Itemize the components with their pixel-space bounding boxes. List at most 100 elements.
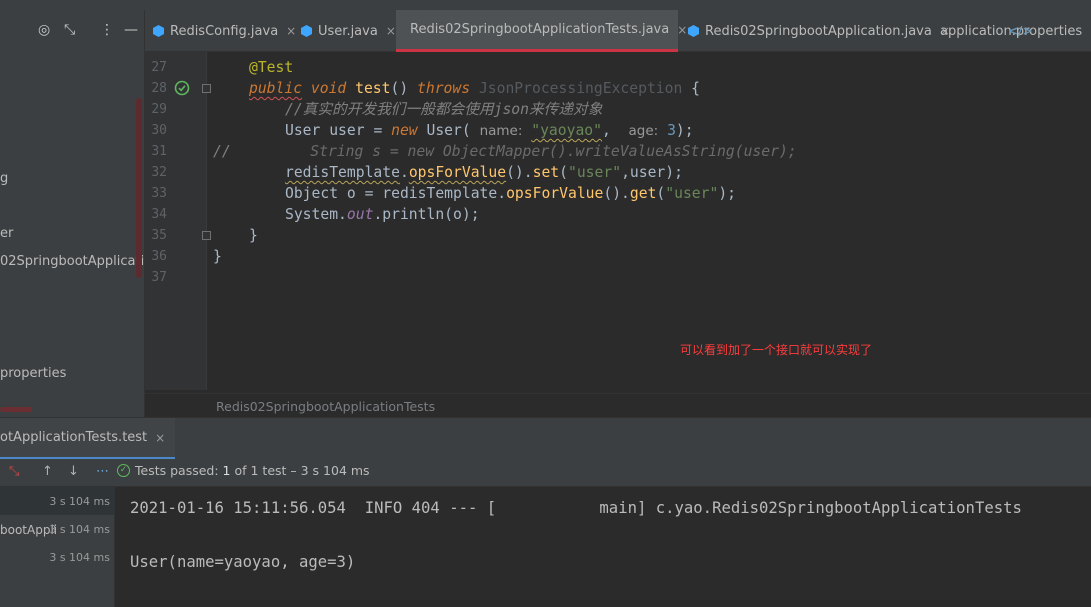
field-token: redisTemplate bbox=[285, 164, 400, 181]
ide-window: { "left_panel": { "items": ["g", "er", "… bbox=[0, 0, 1091, 607]
more-options-icon[interactable]: ⋮ bbox=[100, 22, 114, 38]
line-number: 31 bbox=[151, 144, 167, 159]
code-token: } bbox=[249, 227, 258, 244]
fold-marker-icon[interactable] bbox=[202, 84, 211, 93]
code-token: . bbox=[399, 164, 409, 181]
minimize-icon[interactable]: — bbox=[124, 22, 138, 38]
test-tree-row[interactable]: 3 s 104 ms bbox=[0, 487, 115, 515]
test-duration: 3 s 104 ms bbox=[49, 523, 110, 536]
tab-redis02-application[interactable]: Redis02SpringbootApplication.java × bbox=[688, 10, 950, 52]
console-output-line: User(name=yaoyao, age=3) bbox=[130, 553, 356, 571]
close-icon[interactable]: × bbox=[677, 23, 687, 37]
console-log-line: 2021-01-16 15:11:56.054 INFO 404 --- [ m… bbox=[130, 499, 1022, 517]
comment-token: // bbox=[213, 143, 231, 160]
number-token: 3 bbox=[667, 122, 676, 139]
check-icon: ✓ bbox=[117, 464, 130, 477]
code-token: (). bbox=[603, 185, 630, 202]
code-line-28: public void test() throws JsonProcessing… bbox=[249, 78, 700, 99]
close-icon[interactable]: × bbox=[286, 24, 296, 38]
tab-label: Redis02SpringbootApplication.java bbox=[705, 23, 932, 39]
java-class-icon bbox=[688, 25, 699, 37]
string-token: "yaoyao" bbox=[531, 122, 602, 139]
test-duration: 3 s 104 ms bbox=[49, 495, 110, 508]
line-number: 28 bbox=[151, 81, 167, 96]
code-token: .println(o); bbox=[373, 206, 480, 223]
method-call-token: get bbox=[629, 185, 657, 202]
editor-gutter: 27 28 29 30 31 32 33 34 35 36 37 bbox=[145, 52, 211, 390]
test-duration: 3 s 104 ms bbox=[49, 551, 110, 564]
exception-token: JsonProcessingException bbox=[478, 80, 683, 97]
tab-redis02-tests[interactable]: Redis02SpringbootApplicationTests.java × bbox=[396, 10, 687, 52]
param-hint: name: bbox=[479, 123, 523, 139]
breadcrumb-item[interactable]: Redis02SpringbootApplicationTests bbox=[216, 399, 435, 414]
code-token: () bbox=[390, 80, 409, 97]
code-line-29: //真实的开发我们一般都会使用json来传递对象 bbox=[285, 99, 602, 120]
console-output[interactable]: 2021-01-16 15:11:56.054 INFO 404 --- [ m… bbox=[115, 487, 1091, 607]
run-tab[interactable]: otApplicationTests.test × bbox=[0, 418, 176, 460]
keyword-token: new bbox=[391, 122, 418, 139]
code-token: { bbox=[691, 80, 701, 97]
project-tree-item[interactable]: er bbox=[0, 226, 13, 241]
tab-application-properties[interactable]: </> application.properties bbox=[940, 10, 1082, 52]
collapse-all-icon[interactable]: ⤡ bbox=[9, 464, 19, 480]
code-token: } bbox=[213, 248, 222, 265]
line-number: 37 bbox=[151, 270, 167, 285]
test-status: ✓ Tests passed: 1 of 1 test – 3 s 104 ms bbox=[117, 463, 370, 478]
test-tree-row[interactable]: 3 s 104 ms bbox=[0, 543, 115, 571]
param-hint: age: bbox=[628, 123, 659, 139]
status-detail: of 1 test – 3 s 104 ms bbox=[234, 463, 370, 478]
code-token: = bbox=[373, 122, 383, 139]
project-vertical-scrollbar[interactable] bbox=[136, 98, 142, 278]
java-class-icon bbox=[153, 25, 164, 37]
test-tree-row[interactable]: bootAppli 3 s 104 ms bbox=[0, 515, 115, 543]
method-call-token: opsForValue bbox=[408, 164, 507, 181]
code-line-35: } bbox=[249, 225, 258, 246]
keyword-token: void bbox=[310, 80, 347, 97]
project-panel: ◎ ⤡ ⋮ — g er 02SpringbootApplication pro… bbox=[0, 10, 160, 417]
fold-marker-icon[interactable] bbox=[202, 231, 211, 240]
properties-file-icon: </> bbox=[1008, 23, 1033, 38]
run-tab-label: otApplicationTests.test bbox=[0, 430, 148, 445]
project-toolbar: ◎ ⤡ ⋮ — bbox=[0, 10, 145, 52]
status-count: 1 bbox=[222, 463, 231, 478]
comment-token: String s = new ObjectMapper().writeValue… bbox=[310, 143, 797, 160]
code-line-33: Object o = redisTemplate.opsForValue().g… bbox=[285, 183, 736, 204]
tab-label: RedisConfig.java bbox=[170, 23, 279, 39]
code-token: Object o = redisTemplate. bbox=[285, 185, 507, 202]
tab-user[interactable]: User.java × bbox=[301, 10, 396, 52]
line-number: 34 bbox=[151, 207, 167, 222]
code-token: ); bbox=[675, 122, 694, 139]
close-icon[interactable]: × bbox=[155, 431, 165, 445]
code-token: ,user); bbox=[621, 164, 683, 181]
project-tree-item[interactable]: properties bbox=[0, 366, 66, 381]
code-editor[interactable]: 27 28 29 30 31 32 33 34 35 36 37 @Test p… bbox=[145, 52, 1091, 417]
test-passed-icon[interactable] bbox=[174, 80, 190, 96]
line-number: 30 bbox=[151, 123, 167, 138]
close-icon[interactable]: × bbox=[386, 24, 396, 38]
code-token: ( bbox=[656, 185, 666, 202]
project-tree-item[interactable]: g bbox=[0, 171, 8, 186]
more-icon[interactable]: ⋯ bbox=[96, 464, 109, 480]
arrow-up-icon[interactable]: ↑ bbox=[42, 464, 53, 480]
run-tab-bar: otApplicationTests.test × bbox=[0, 417, 1091, 460]
field-token: out bbox=[346, 206, 374, 223]
string-token: "user" bbox=[568, 164, 622, 181]
target-icon[interactable]: ◎ bbox=[38, 22, 50, 38]
line-number: 35 bbox=[151, 228, 167, 243]
line-number: 32 bbox=[151, 165, 167, 180]
tab-redisconfig[interactable]: RedisConfig.java × bbox=[153, 10, 296, 52]
collapse-icon[interactable]: ⤡ bbox=[64, 22, 75, 38]
comment-token: //真实的开发我们一般都会使用json来传递对象 bbox=[285, 101, 603, 118]
status-label: Tests passed: bbox=[135, 463, 219, 478]
editor-tab-bar: RedisConfig.java × User.java × Redis02Sp… bbox=[145, 10, 1091, 52]
keyword-token: public bbox=[249, 80, 303, 97]
run-toolbar: ⤡ ↑ ↓ ⋯ ✓ Tests passed: 1 of 1 test – 3 … bbox=[0, 459, 1091, 487]
test-tree: 3 s 104 ms bootAppli 3 s 104 ms 3 s 104 … bbox=[0, 487, 115, 607]
code-token: User bbox=[285, 122, 321, 139]
line-number: 33 bbox=[151, 186, 167, 201]
arrow-down-icon[interactable]: ↓ bbox=[68, 464, 79, 480]
method-name-token: test bbox=[355, 80, 391, 97]
tab-label: User.java bbox=[318, 23, 378, 39]
code-line-36: } bbox=[213, 246, 222, 267]
project-horizontal-scrollbar[interactable] bbox=[0, 407, 32, 412]
